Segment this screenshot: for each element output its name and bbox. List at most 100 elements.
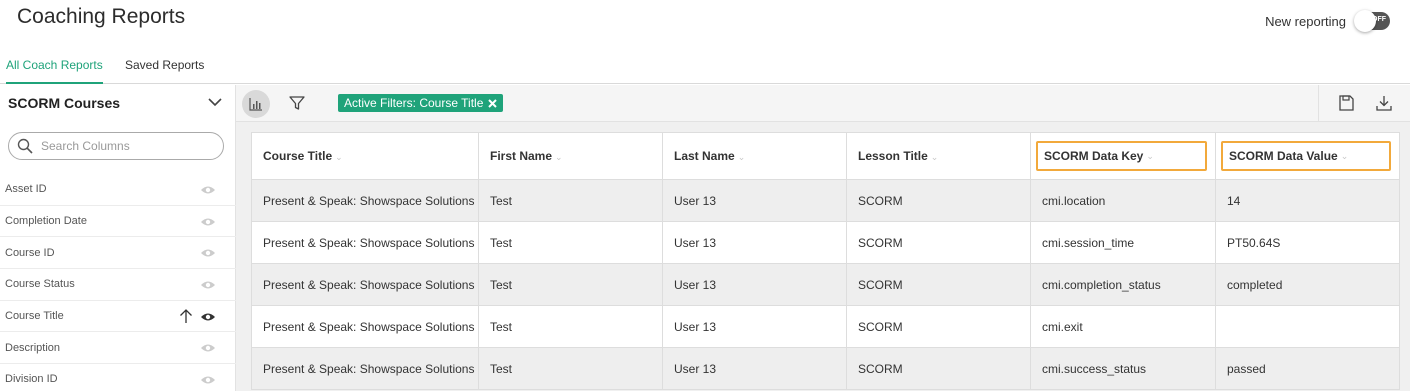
search-input[interactable] [41, 139, 211, 153]
table-header-row: Course Title ⌄ First Name ⌄ Last Name ⌄ Les… [251, 132, 1400, 180]
chevron-down-icon[interactable]: ⌄ [931, 152, 939, 162]
chevron-down-icon[interactable]: ⌄ [1341, 151, 1349, 162]
filter-icon[interactable] [288, 94, 306, 112]
column-item[interactable]: Completion Date [0, 206, 236, 238]
table-cell: SCORM [846, 305, 1031, 348]
column-list: Asset ID Completion Date Course ID Cours… [0, 174, 236, 391]
table-row[interactable]: Present & Speak: Showspace Solutions Tes… [251, 263, 1400, 306]
report-table: Course Title ⌄ First Name ⌄ Last Name ⌄ Les… [251, 132, 1400, 390]
table-cell: User 13 [662, 305, 847, 348]
page-header: Coaching Reports New reporting OFF [0, 0, 1410, 48]
column-header-course-title[interactable]: Course Title ⌄ [251, 132, 479, 180]
tab-saved-reports[interactable]: Saved Reports [125, 58, 204, 84]
toggle-state-label: OFF [1372, 16, 1386, 23]
column-item[interactable]: Course Status [0, 269, 236, 301]
bar-chart-icon [249, 98, 262, 111]
highlight-box: SCORM Data Key ⌄ [1036, 141, 1207, 171]
save-icon[interactable] [1337, 94, 1355, 112]
new-reporting-control: New reporting OFF [1265, 10, 1390, 32]
table-cell: Test [478, 263, 663, 306]
header-label: SCORM Data Key [1044, 149, 1144, 163]
column-header-lesson-title[interactable]: Lesson Title ⌄ [846, 132, 1031, 180]
chart-view-button[interactable] [242, 90, 270, 118]
column-header-scorm-data-value[interactable]: SCORM Data Value ⌄ [1215, 132, 1400, 180]
remove-filter-icon[interactable] [488, 98, 498, 108]
header-label: Course Title [263, 149, 333, 163]
table-cell: Test [478, 179, 663, 222]
table-cell: User 13 [662, 347, 847, 390]
table-cell: Test [478, 347, 663, 390]
column-header-scorm-data-key[interactable]: SCORM Data Key ⌄ [1030, 132, 1216, 180]
active-filter-label: Active Filters: Course Title [344, 96, 484, 110]
table-cell: passed [1215, 347, 1400, 390]
table-cell: SCORM [846, 221, 1031, 264]
table-row[interactable]: Present & Speak: Showspace Solutions Tes… [251, 347, 1400, 390]
dataset-label: SCORM Courses [8, 95, 121, 111]
chevron-down-icon[interactable]: ⌄ [1146, 151, 1154, 162]
report-tabs: All Coach Reports Saved Reports [0, 48, 1410, 84]
column-item[interactable]: Description [0, 332, 236, 365]
eye-icon[interactable] [200, 246, 216, 260]
search-icon [17, 138, 33, 154]
column-label: Completion Date [5, 215, 87, 228]
highlight-box: SCORM Data Value ⌄ [1221, 141, 1391, 171]
dataset-selector[interactable]: SCORM Courses [0, 85, 236, 122]
header-label: Last Name [674, 149, 735, 163]
page-title: Coaching Reports [17, 5, 186, 28]
table-cell: User 13 [662, 263, 847, 306]
table-cell: Present & Speak: Showspace Solutions [251, 347, 479, 390]
table-cell: Test [478, 221, 663, 264]
table-cell: completed [1215, 263, 1400, 306]
eye-icon[interactable] [200, 373, 216, 387]
chevron-down-icon[interactable]: ⌄ [335, 152, 343, 162]
report-toolbar: SCORM Courses Active Filters: Course Tit… [0, 85, 1410, 122]
chevron-down-icon [208, 98, 222, 107]
eye-icon[interactable] [200, 341, 216, 355]
table-cell: 14 [1215, 179, 1400, 222]
active-filter-chip[interactable]: Active Filters: Course Title [338, 94, 504, 112]
table-cell: cmi.completion_status [1030, 263, 1216, 306]
table-cell: SCORM [846, 347, 1031, 390]
column-label: Asset ID [5, 183, 47, 196]
eye-icon[interactable] [200, 278, 216, 292]
table-cell: cmi.exit [1030, 305, 1216, 348]
table-cell: Test [478, 305, 663, 348]
column-header-last-name[interactable]: Last Name ⌄ [662, 132, 847, 180]
table-cell: SCORM [846, 263, 1031, 306]
report-grid: Course Title ⌄ First Name ⌄ Last Name ⌄ Les… [236, 122, 1410, 391]
table-row[interactable]: Present & Speak: Showspace Solutions Tes… [251, 305, 1400, 348]
table-cell: cmi.success_status [1030, 347, 1216, 390]
table-cell: Present & Speak: Showspace Solutions [251, 305, 479, 348]
column-label: Course Status [5, 278, 75, 291]
column-item[interactable]: Course Title [0, 301, 236, 333]
eye-icon[interactable] [200, 183, 216, 197]
table-cell: Present & Speak: Showspace Solutions [251, 263, 479, 306]
column-label: Description [5, 341, 61, 354]
table-cell: cmi.location [1030, 179, 1216, 222]
eye-icon[interactable] [200, 215, 216, 229]
column-item[interactable]: Asset ID [0, 174, 236, 206]
table-cell: User 13 [662, 221, 847, 264]
table-row[interactable]: Present & Speak: Showspace Solutions Tes… [251, 221, 1400, 264]
column-label: Division ID [5, 373, 58, 386]
download-icon[interactable] [1375, 94, 1393, 112]
chevron-down-icon[interactable]: ⌄ [555, 152, 563, 162]
table-cell: Present & Speak: Showspace Solutions [251, 179, 479, 222]
table-cell: Present & Speak: Showspace Solutions [251, 221, 479, 264]
new-reporting-label: New reporting [1265, 13, 1346, 29]
column-item[interactable]: Course ID [0, 237, 236, 270]
arrow-up-icon[interactable] [179, 308, 193, 324]
columns-sidebar: Asset ID Completion Date Course ID Cours… [0, 122, 236, 391]
table-row[interactable]: Present & Speak: Showspace Solutions Tes… [251, 179, 1400, 222]
tab-all-coach-reports[interactable]: All Coach Reports [6, 58, 103, 84]
eye-icon[interactable] [200, 310, 216, 324]
column-header-first-name[interactable]: First Name ⌄ [478, 132, 663, 180]
new-reporting-toggle[interactable]: OFF [1354, 10, 1390, 32]
column-label: Course ID [5, 246, 55, 259]
table-cell [1215, 305, 1400, 348]
report-actions [1318, 85, 1410, 122]
column-search [8, 132, 224, 160]
header-label: SCORM Data Value [1229, 149, 1338, 163]
chevron-down-icon[interactable]: ⌄ [738, 152, 746, 162]
column-item[interactable]: Division ID [0, 364, 236, 391]
